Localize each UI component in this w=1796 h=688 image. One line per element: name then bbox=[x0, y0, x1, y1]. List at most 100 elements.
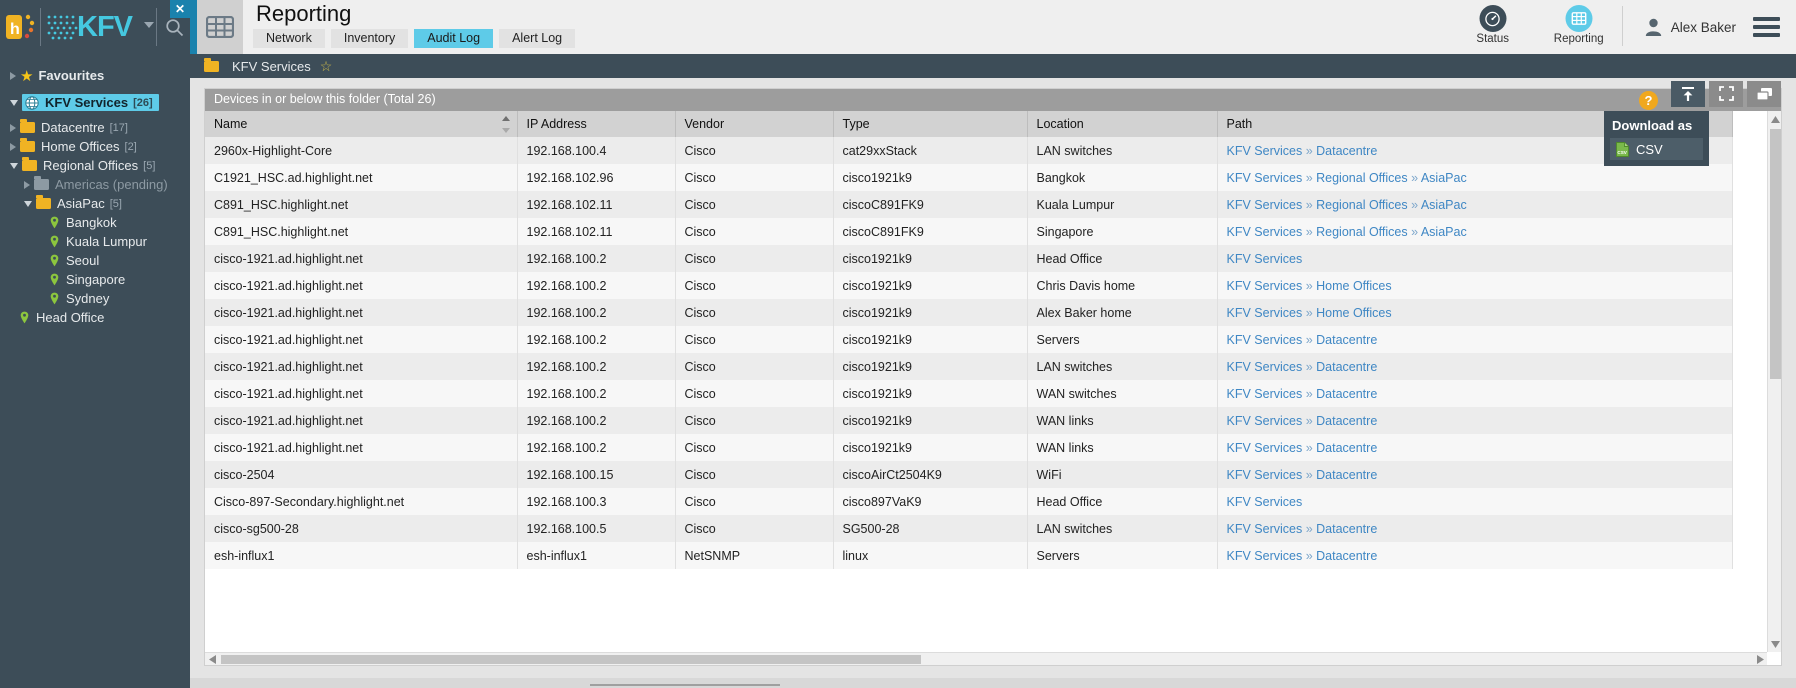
collapse-twisty-icon[interactable] bbox=[24, 201, 32, 207]
cell-path[interactable]: KFV Services » Datacentre bbox=[1217, 353, 1732, 380]
path-link[interactable]: KFV Services bbox=[1227, 306, 1303, 320]
path-link[interactable]: KFV Services bbox=[1227, 171, 1303, 185]
table-row[interactable]: cisco-1921.ad.highlight.net192.168.100.2… bbox=[205, 434, 1732, 461]
path-link[interactable]: Datacentre bbox=[1316, 522, 1377, 536]
path-link[interactable]: Datacentre bbox=[1316, 414, 1377, 428]
expand-twisty-icon[interactable] bbox=[24, 181, 30, 189]
table-row[interactable]: C891_HSC.highlight.net192.168.102.11Cisc… bbox=[205, 191, 1732, 218]
popout-window-icon[interactable] bbox=[1747, 81, 1781, 107]
table-row[interactable]: C1921_HSC.ad.highlight.net192.168.102.96… bbox=[205, 164, 1732, 191]
nav-status-button[interactable]: Status bbox=[1450, 0, 1536, 54]
path-link[interactable]: Datacentre bbox=[1316, 387, 1377, 401]
path-link[interactable]: Datacentre bbox=[1316, 441, 1377, 455]
path-link[interactable]: Regional Offices bbox=[1316, 171, 1408, 185]
path-link[interactable]: AsiaPac bbox=[1421, 198, 1467, 212]
path-link[interactable]: Datacentre bbox=[1316, 144, 1377, 158]
help-icon[interactable]: ? bbox=[1639, 91, 1658, 110]
cell-path[interactable]: KFV Services » Datacentre bbox=[1217, 407, 1732, 434]
sidebar-item-americas-pending[interactable]: Americas (pending) bbox=[0, 175, 190, 194]
path-link[interactable]: Home Offices bbox=[1316, 306, 1392, 320]
reporting-grid-button[interactable] bbox=[197, 0, 243, 54]
tab-inventory[interactable]: Inventory bbox=[331, 29, 408, 48]
column-header-ip-address[interactable]: IP Address bbox=[517, 111, 675, 137]
cell-path[interactable]: KFV Services » Home Offices bbox=[1217, 299, 1732, 326]
table-row[interactable]: cisco-1921.ad.highlight.net192.168.100.2… bbox=[205, 380, 1732, 407]
path-link[interactable]: KFV Services bbox=[1227, 522, 1303, 536]
path-link[interactable]: Datacentre bbox=[1316, 360, 1377, 374]
vertical-scrollbar-thumb[interactable] bbox=[1770, 129, 1781, 379]
cell-path[interactable]: KFV Services » Datacentre bbox=[1217, 461, 1732, 488]
tab-alert-log[interactable]: Alert Log bbox=[499, 29, 575, 48]
cell-path[interactable]: KFV Services » Home Offices bbox=[1217, 272, 1732, 299]
table-row[interactable]: cisco-1921.ad.highlight.net192.168.100.2… bbox=[205, 272, 1732, 299]
hamburger-menu-button[interactable] bbox=[1736, 0, 1796, 54]
path-link[interactable]: KFV Services bbox=[1227, 414, 1303, 428]
path-link[interactable]: Regional Offices bbox=[1316, 198, 1408, 212]
table-row[interactable]: C891_HSC.highlight.net192.168.102.11Cisc… bbox=[205, 218, 1732, 245]
path-link[interactable]: Datacentre bbox=[1316, 549, 1377, 563]
column-header-vendor[interactable]: Vendor bbox=[675, 111, 833, 137]
sidebar-tree[interactable]: ★FavouritesKFV Services[26]Datacentre[17… bbox=[0, 54, 190, 688]
cell-path[interactable]: KFV Services » Datacentre bbox=[1217, 434, 1732, 461]
sidebar-item-kuala-lumpur[interactable]: Kuala Lumpur bbox=[0, 232, 190, 251]
path-link[interactable]: Regional Offices bbox=[1316, 225, 1408, 239]
path-link[interactable]: AsiaPac bbox=[1421, 225, 1467, 239]
export-icon[interactable] bbox=[1671, 81, 1705, 107]
path-link[interactable]: KFV Services bbox=[1227, 252, 1303, 266]
path-link[interactable]: KFV Services bbox=[1227, 360, 1303, 374]
nav-reporting-button[interactable]: Reporting bbox=[1536, 0, 1622, 54]
path-link[interactable]: Datacentre bbox=[1316, 468, 1377, 482]
user-menu[interactable]: Alex Baker bbox=[1623, 0, 1736, 54]
tab-audit-log[interactable]: Audit Log bbox=[414, 29, 493, 48]
table-row[interactable]: cisco-1921.ad.highlight.net192.168.100.2… bbox=[205, 353, 1732, 380]
sidebar-item-asiapac[interactable]: AsiaPac[5] bbox=[0, 194, 190, 213]
path-link[interactable]: KFV Services bbox=[1227, 333, 1303, 347]
expand-twisty-icon[interactable] bbox=[10, 72, 16, 80]
sidebar-item-seoul[interactable]: Seoul bbox=[0, 251, 190, 270]
horizontal-scrollbar[interactable] bbox=[205, 652, 1767, 665]
column-header-type[interactable]: Type bbox=[833, 111, 1027, 137]
sidebar-item-bangkok[interactable]: Bangkok bbox=[0, 213, 190, 232]
sidebar-item-head-office[interactable]: Head Office bbox=[0, 308, 190, 327]
sidebar-item-singapore[interactable]: Singapore bbox=[0, 270, 190, 289]
expand-twisty-icon[interactable] bbox=[10, 124, 16, 132]
table-row[interactable]: cisco-2504192.168.100.15CiscociscoAirCt2… bbox=[205, 461, 1732, 488]
cell-path[interactable]: KFV Services » Regional Offices » AsiaPa… bbox=[1217, 218, 1732, 245]
collapse-twisty-icon[interactable] bbox=[10, 100, 18, 106]
sort-ascending-icon[interactable] bbox=[502, 116, 510, 121]
cell-path[interactable]: KFV Services » Regional Offices » AsiaPa… bbox=[1217, 191, 1732, 218]
scroll-up-icon[interactable] bbox=[1768, 111, 1782, 127]
table-row[interactable]: cisco-1921.ad.highlight.net192.168.100.2… bbox=[205, 407, 1732, 434]
path-link[interactable]: KFV Services bbox=[1227, 279, 1303, 293]
table-row[interactable]: cisco-1921.ad.highlight.net192.168.100.2… bbox=[205, 326, 1732, 353]
scroll-right-icon[interactable] bbox=[1753, 653, 1767, 666]
table-row[interactable]: cisco-1921.ad.highlight.net192.168.100.2… bbox=[205, 245, 1732, 272]
sidebar-item-datacentre[interactable]: Datacentre[17] bbox=[0, 118, 190, 137]
breadcrumb-label[interactable]: KFV Services bbox=[232, 59, 311, 74]
path-link[interactable]: AsiaPac bbox=[1421, 171, 1467, 185]
path-link[interactable]: KFV Services bbox=[1227, 225, 1303, 239]
scroll-left-icon[interactable] bbox=[205, 653, 219, 666]
path-link[interactable]: KFV Services bbox=[1227, 549, 1303, 563]
path-link[interactable]: Datacentre bbox=[1316, 333, 1377, 347]
sort-descending-icon[interactable] bbox=[502, 128, 510, 133]
fullscreen-icon[interactable] bbox=[1709, 81, 1743, 107]
column-header-name[interactable]: Name bbox=[205, 111, 517, 137]
sidebar-item-regional-offices[interactable]: Regional Offices[5] bbox=[0, 156, 190, 175]
path-link[interactable]: KFV Services bbox=[1227, 495, 1303, 509]
path-link[interactable]: KFV Services bbox=[1227, 198, 1303, 212]
path-link[interactable]: KFV Services bbox=[1227, 441, 1303, 455]
cell-path[interactable]: KFV Services bbox=[1217, 488, 1732, 515]
sidebar-item-favourites[interactable]: ★Favourites bbox=[0, 66, 190, 85]
tab-network[interactable]: Network bbox=[253, 29, 325, 48]
cell-path[interactable]: KFV Services » Datacentre bbox=[1217, 515, 1732, 542]
table-row[interactable]: 2960x-Highlight-Core192.168.100.4Ciscoca… bbox=[205, 137, 1732, 164]
cell-path[interactable]: KFV Services bbox=[1217, 245, 1732, 272]
cell-path[interactable]: KFV Services » Datacentre bbox=[1217, 542, 1732, 569]
cell-path[interactable]: KFV Services » Datacentre bbox=[1217, 380, 1732, 407]
close-button[interactable]: ✕ bbox=[170, 0, 190, 18]
collapse-twisty-icon[interactable] bbox=[10, 163, 18, 169]
path-link[interactable]: KFV Services bbox=[1227, 144, 1303, 158]
path-link[interactable]: KFV Services bbox=[1227, 387, 1303, 401]
expand-twisty-icon[interactable] bbox=[10, 143, 16, 151]
